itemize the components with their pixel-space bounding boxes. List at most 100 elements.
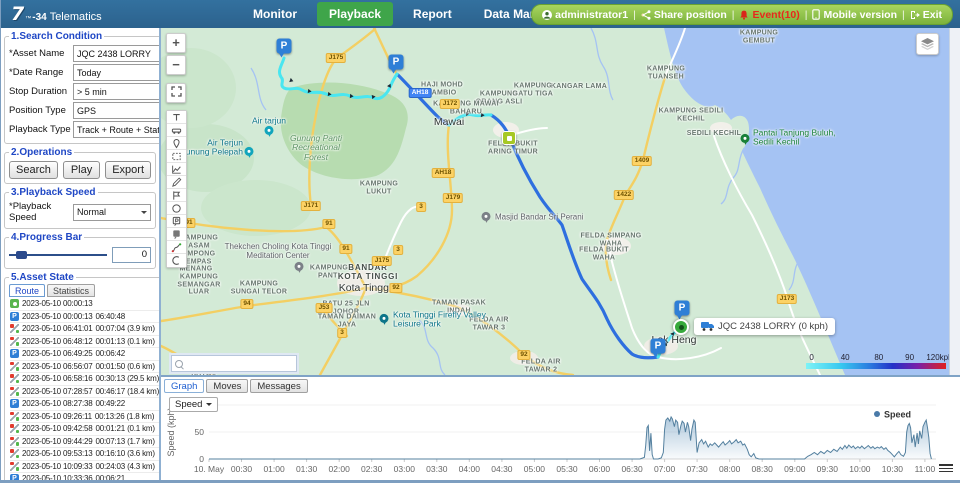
user-icon — [542, 10, 552, 20]
event-duration: 00:01:50 (0.6 km) — [96, 362, 155, 371]
event-type-icon — [10, 362, 19, 371]
asset-event-row[interactable]: 2023-05-10 07:28:57 00:46:17 (18.4 km) — [10, 386, 159, 399]
asset-event-row[interactable]: 2023-05-10 10:09:33 00:24:03 (4.3 km) — [10, 461, 159, 474]
svg-text:06:30: 06:30 — [621, 464, 643, 474]
asset-event-row[interactable]: 2023-05-10 06:48:12 00:01:13 (0.1 km) — [10, 336, 159, 349]
map-marker[interactable]: P — [651, 339, 666, 354]
event-duration: 06:40:48 — [96, 312, 126, 321]
operation-button[interactable]: Export — [105, 161, 151, 179]
vehicle-tool-button[interactable] — [167, 124, 186, 137]
asset-event-row[interactable]: 2023-05-10 09:42:58 00:01:21 (0.1 km) — [10, 423, 159, 436]
zoom-in-button[interactable]: + — [166, 33, 186, 53]
asset-event-row[interactable]: 2023-05-10 09:44:29 00:07:13 (1.7 km) — [10, 436, 159, 449]
event-time: 2023-05-10 06:56:07 — [22, 362, 93, 371]
asset-event-row[interactable]: 2023-05-10 10:33:36 00:06:21 — [10, 473, 159, 480]
svg-text:0: 0 — [199, 454, 204, 464]
playback-speed-select[interactable]: Normal — [73, 204, 151, 221]
event-type-icon — [10, 424, 19, 433]
asset-event-row[interactable]: 2023-05-10 09:53:13 00:16:10 (3.6 km) — [10, 448, 159, 461]
asset-event-row[interactable]: 2023-05-10 06:49:25 00:06:42 — [10, 348, 159, 361]
telematics-app: 7 ™ -34 Telematics Monitor Playback Repo… — [0, 0, 960, 483]
asset-state-tabs: Route Statistics — [9, 284, 160, 297]
menu-item[interactable]: Playback — [317, 2, 393, 26]
share-position[interactable]: Share position — [641, 9, 727, 21]
asset-event-row[interactable]: 2023-05-10 00:00:13 — [10, 298, 159, 311]
slider-handle[interactable] — [16, 251, 27, 259]
asset-event-row[interactable]: 2023-05-10 08:27:38 00:49:22 — [10, 398, 159, 411]
text-tool-button[interactable] — [167, 111, 186, 124]
series-selector[interactable]: Speed — [169, 397, 218, 412]
curve-tool-button[interactable] — [167, 254, 186, 267]
layers-button[interactable] — [916, 33, 939, 55]
route-tool-button[interactable] — [167, 241, 186, 254]
map-canvas[interactable]: KAMPUNG GEMBUTKAMPUNG TUANSEHKANGAR LAMA… — [161, 28, 949, 375]
asset-state-tab[interactable]: Route — [9, 284, 45, 297]
poi-pin-icon — [245, 147, 254, 156]
asset-event-row[interactable]: 2023-05-10 06:41:01 00:07:04 (3.9 km) — [10, 323, 159, 336]
poi-marker-tool-button[interactable] — [167, 228, 186, 241]
event-duration: 00:13:26 (1.8 km) — [95, 412, 154, 421]
section-legend: 1.Search Condition — [9, 31, 104, 42]
truck-icon — [701, 322, 714, 331]
poi-pin-icon — [295, 262, 304, 271]
asset-state-tab[interactable]: Statistics — [47, 284, 95, 297]
event-alert[interactable]: Event(10) — [739, 9, 799, 21]
event-time: 2023-05-10 06:41:01 — [22, 324, 93, 333]
map-marker[interactable]: P — [389, 55, 404, 70]
fullscreen-button[interactable] — [166, 83, 186, 103]
pencil-icon — [171, 177, 182, 188]
asset-event-row[interactable]: 2023-05-10 06:58:16 00:30:13 (29.5 km) — [10, 373, 159, 386]
search-field-row: *Asset Name JQC 2438 LORRY — [9, 45, 161, 62]
fullscreen-icon — [171, 86, 182, 97]
progress-slider[interactable] — [9, 249, 107, 261]
place-pin-tool-button[interactable] — [167, 137, 186, 150]
event-type-icon — [10, 412, 19, 421]
asset-event-row[interactable]: 2023-05-10 06:56:07 00:01:50 (0.6 km) — [10, 361, 159, 374]
user-account[interactable]: administrator1 — [542, 9, 628, 21]
event-time: 2023-05-10 09:26:11 — [22, 412, 92, 421]
flag-tool-button[interactable] — [167, 189, 186, 202]
speed-scale-label: 120kph — [926, 353, 949, 362]
draw-tool-button[interactable] — [167, 176, 186, 189]
asset-event-row[interactable]: 2023-05-10 00:00:13 06:40:48 — [10, 311, 159, 324]
field-control[interactable]: > 5 min — [73, 83, 161, 100]
event-time: 2023-05-10 06:49:25 — [22, 349, 93, 358]
event-duration: 00:01:13 (0.1 km) — [96, 337, 155, 346]
event-time: 2023-05-10 06:58:16 — [22, 374, 93, 383]
text-icon — [171, 112, 182, 123]
section-legend: 5.Asset State — [9, 272, 76, 283]
svg-text:09:30: 09:30 — [817, 464, 839, 474]
parking-marker-tool-button[interactable] — [167, 215, 186, 228]
chart-menu-button[interactable] — [939, 463, 953, 474]
operation-button[interactable]: Search — [9, 161, 58, 179]
map-search-box[interactable] — [171, 355, 297, 372]
field-control[interactable]: GPS — [73, 102, 161, 119]
operation-button[interactable]: Play — [63, 161, 100, 179]
menu-item[interactable]: Monitor — [241, 2, 309, 26]
map-marker[interactable]: P — [675, 301, 690, 316]
asset-event-row[interactable]: 2023-05-10 09:26:11 00:13:26 (1.8 km) — [10, 411, 159, 424]
field-control[interactable]: JQC 2438 LORRY — [73, 45, 161, 62]
right-gutter — [949, 28, 960, 375]
chart-tool-button[interactable] — [167, 163, 186, 176]
section-legend: 2.Operations — [9, 147, 74, 158]
circle-tool-button[interactable] — [167, 202, 186, 215]
zoom-out-button[interactable]: − — [166, 55, 186, 75]
progress-row: 0 — [9, 244, 151, 265]
field-control[interactable]: Track + Route + Statistic — [73, 121, 161, 138]
map-marker[interactable] — [673, 319, 689, 335]
poi-pin-icon — [741, 134, 750, 143]
svg-text:01:00: 01:00 — [263, 464, 285, 474]
event-type-icon — [10, 437, 19, 446]
mobile-version[interactable]: Mobile version — [812, 9, 897, 21]
field-label: Stop Duration — [9, 86, 73, 97]
event-duration: 00:49:22 — [96, 399, 126, 408]
svg-text:07:30: 07:30 — [686, 464, 708, 474]
map-marker[interactable] — [502, 131, 516, 145]
svg-text:03:00: 03:00 — [394, 464, 416, 474]
select-area-tool-button[interactable] — [167, 150, 186, 163]
map-marker[interactable]: P — [277, 39, 292, 54]
exit-button[interactable]: Exit — [910, 9, 942, 21]
field-control[interactable]: Today — [73, 64, 161, 81]
menu-item[interactable]: Report — [401, 2, 464, 26]
